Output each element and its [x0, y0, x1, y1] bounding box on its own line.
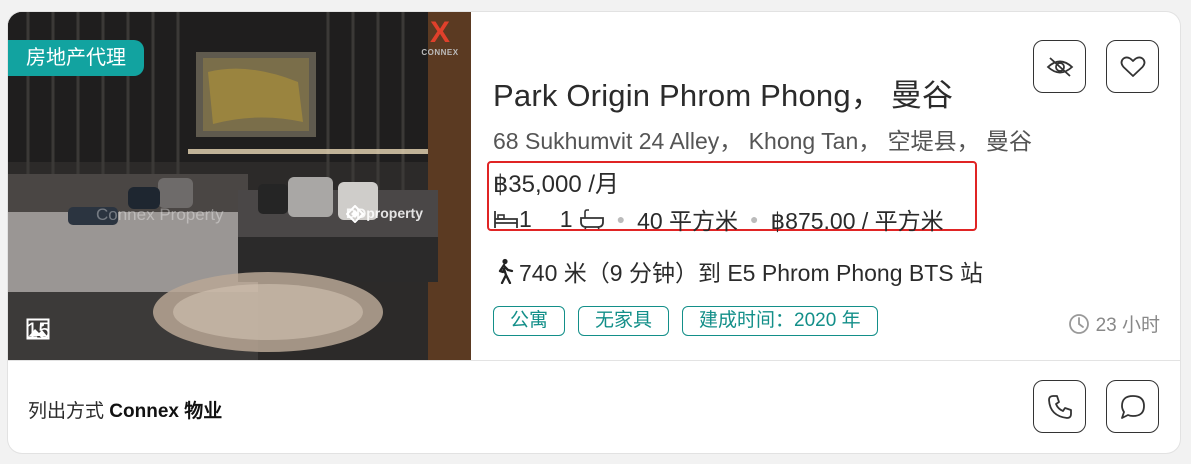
phone-icon	[1047, 394, 1072, 419]
connex-logo: X CONNEX	[412, 18, 468, 70]
listed-by-prefix: 列出方式	[28, 401, 105, 422]
eye-slash-icon	[1046, 56, 1073, 77]
walking-icon	[498, 258, 514, 284]
listing-card[interactable]: X CONNEX Connex Property DDproperty 房地产代…	[8, 12, 1180, 453]
chat-bubble-icon	[1120, 394, 1145, 419]
listing-title[interactable]: Park Origin Phrom Phong， 曼谷	[493, 70, 953, 115]
price-per-sqm: ฿875.00 / 平方米	[770, 208, 944, 234]
heart-icon	[1120, 56, 1145, 77]
photo-count[interactable]: 15	[26, 318, 50, 344]
hide-listing-button[interactable]	[1033, 40, 1086, 93]
transit-text: 740 米（9 分钟）到 E5 Phrom Phong BTS 站	[519, 260, 984, 286]
floor-area: 40 平方米	[637, 208, 739, 234]
listed-by: 列出方式 Connex 物业	[28, 396, 222, 423]
posted-time: 23 小时	[1068, 310, 1160, 337]
watermark-connex: Connex Property	[96, 205, 224, 224]
logo-letter: X	[429, 16, 450, 49]
listing-info: Park Origin Phrom Phong， 曼谷 68 Sukhumvit…	[471, 12, 1180, 360]
tag-property-type: 公寓	[493, 306, 566, 336]
tag-furnishing: 无家具	[578, 306, 670, 336]
bedroom-count: 1	[519, 205, 532, 232]
separator-dot: ●	[750, 211, 759, 227]
tag-build-year: 建成时间：2020 年	[682, 306, 878, 336]
posted-time-text: 23 小时	[1095, 315, 1160, 336]
image-icon	[26, 318, 50, 340]
favorite-button[interactable]	[1106, 40, 1159, 93]
bed-icon	[494, 211, 518, 228]
bathroom-count: 1	[559, 205, 573, 232]
logo-text: CONNEX	[421, 48, 459, 57]
card-divider	[8, 360, 1180, 361]
transit-info: 740 米（9 分钟）到 E5 Phrom Phong BTS 站	[493, 254, 983, 288]
agent-name[interactable]: Connex 物业	[109, 401, 222, 422]
listing-photo[interactable]: X CONNEX Connex Property DDproperty 房地产代…	[8, 12, 471, 360]
clock-icon	[1068, 313, 1089, 334]
listing-address: 68 Sukhumvit 24 Alley， Khong Tan， 空堤县， 曼…	[493, 128, 1033, 154]
listing-price: ฿35,000 /月	[493, 171, 620, 198]
agent-badge: 房地产代理	[8, 40, 144, 76]
watermark-ddproperty: DDproperty	[346, 205, 423, 223]
tag-list: 公寓 无家具 建成时间：2020 年	[493, 306, 878, 336]
call-button[interactable]	[1033, 380, 1086, 433]
listing-specs: 1 1 ● 40 平方米 ● ฿875.00 / 平方米	[493, 202, 944, 236]
bathtub-icon	[579, 209, 604, 230]
chat-button[interactable]	[1106, 380, 1159, 433]
separator-dot: ●	[616, 211, 626, 227]
ddproperty-logo-icon	[346, 205, 364, 223]
